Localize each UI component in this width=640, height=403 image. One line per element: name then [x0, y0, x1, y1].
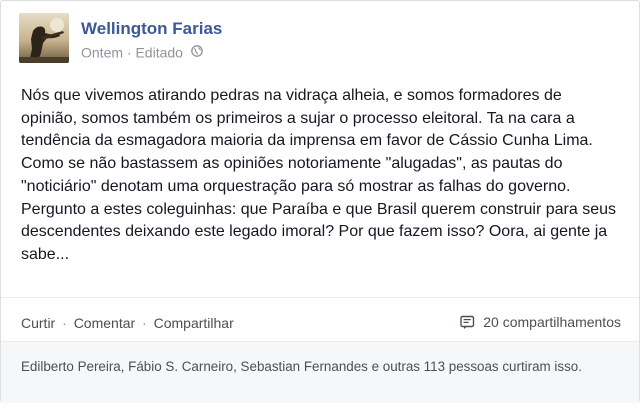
author-name[interactable]: Wellington Farias	[81, 19, 222, 39]
action-separator: ·	[142, 315, 147, 331]
share-count-icon	[460, 315, 475, 329]
post-text: Nós que vivemos atirando pedras na vidra…	[21, 87, 617, 263]
shares-count-link[interactable]: 20 compartilhamentos	[460, 314, 621, 330]
share-button[interactable]: Compartilhar	[154, 315, 234, 331]
avatar[interactable]	[19, 13, 69, 63]
likes-summary[interactable]: Edilberto Pereira, Fábio S. Carneiro, Se…	[21, 358, 621, 376]
divider	[1, 297, 639, 298]
action-separator: ·	[62, 315, 67, 331]
comment-button[interactable]: Comentar	[74, 315, 135, 331]
shares-count: 20 compartilhamentos	[483, 314, 621, 330]
edited-label[interactable]: Editado	[135, 44, 182, 60]
post-card: Wellington Farias Ontem · Editado Nós qu…	[0, 0, 640, 403]
like-button[interactable]: Curtir	[21, 315, 55, 331]
meta-separator: ·	[126, 44, 132, 61]
avatar-image	[19, 13, 69, 63]
post-time[interactable]: Ontem	[81, 44, 123, 60]
post-meta: Ontem · Editado	[81, 43, 203, 60]
globe-icon[interactable]	[190, 44, 203, 60]
post-actions: Curtir · Comentar · Compartilhar	[21, 315, 234, 331]
likes-footer: Edilberto Pereira, Fábio S. Carneiro, Se…	[1, 341, 639, 403]
